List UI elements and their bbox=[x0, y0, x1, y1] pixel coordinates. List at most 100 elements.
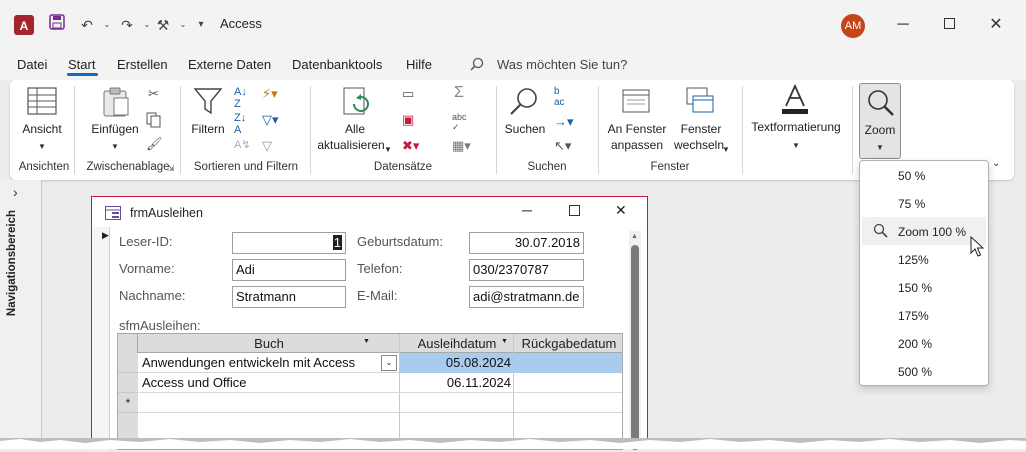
einfuegen-button[interactable]: Einfügen bbox=[86, 122, 144, 137]
zoom-150-item[interactable]: 150 % bbox=[898, 281, 932, 295]
menu-start[interactable]: Start bbox=[68, 57, 95, 72]
zoom-75-item[interactable]: 75 % bbox=[898, 197, 925, 211]
vorname-field[interactable]: Adi bbox=[232, 259, 346, 281]
delete-record-icon[interactable]: ✖▾ bbox=[402, 138, 419, 154]
minimize-icon[interactable]: ─ bbox=[891, 13, 915, 37]
refresh-all-icon[interactable] bbox=[340, 86, 372, 121]
tell-me-search[interactable]: Was möchten Sie tun? bbox=[497, 57, 627, 72]
avatar[interactable]: AM bbox=[841, 14, 865, 38]
collapse-ribbon-icon[interactable]: ⌄ bbox=[992, 158, 1000, 169]
tools-icon[interactable]: ⚒ bbox=[152, 14, 174, 36]
search-icon[interactable] bbox=[470, 57, 484, 74]
view-icon[interactable] bbox=[26, 86, 58, 119]
alle-label[interactable]: Alle bbox=[314, 122, 396, 137]
scroll-thumb[interactable] bbox=[631, 245, 639, 450]
zoom-100-item[interactable]: Zoom 100 % bbox=[898, 225, 966, 239]
zoom-button[interactable]: Zoom ▼ bbox=[859, 83, 901, 159]
ansicht-button[interactable]: Ansicht bbox=[18, 122, 66, 137]
selection-icon[interactable]: ⚡▾ bbox=[262, 86, 278, 102]
cell-ausleihdatum[interactable]: 06.11.2024 bbox=[400, 375, 511, 390]
replace-icon[interactable]: b ac bbox=[554, 86, 565, 108]
new-record-icon[interactable]: ▭ bbox=[402, 86, 414, 102]
email-field[interactable]: adi@stratmann.de bbox=[469, 286, 584, 308]
close-icon[interactable]: ✕ bbox=[984, 13, 1008, 37]
einfuegen-dropdown-icon[interactable]: ▼ bbox=[86, 139, 144, 154]
cut-icon[interactable]: ✂ bbox=[148, 86, 159, 102]
column-header-rueckgabedatum[interactable]: Rückgabedatum bbox=[515, 336, 623, 351]
access-app-icon[interactable]: A bbox=[14, 15, 34, 35]
maximize-icon[interactable] bbox=[937, 13, 961, 37]
leser-id-field[interactable]: 1 bbox=[232, 232, 346, 254]
spelling-icon[interactable]: abc ✓ bbox=[452, 112, 467, 133]
size-to-fit-icon[interactable] bbox=[621, 86, 651, 119]
textformatierung-dropdown-icon[interactable]: ▼ bbox=[746, 138, 846, 153]
menu-datei[interactable]: Datei bbox=[17, 57, 47, 72]
anpassen-button[interactable]: anpassen bbox=[602, 138, 672, 153]
telefon-field[interactable]: 030/2370787 bbox=[469, 259, 584, 281]
form-close-icon[interactable]: ✕ bbox=[615, 202, 627, 219]
row-selector[interactable] bbox=[118, 373, 138, 393]
new-row-selector[interactable]: * bbox=[118, 393, 138, 413]
nachname-field[interactable]: Stratmann bbox=[232, 286, 346, 308]
suchen-button[interactable]: Suchen bbox=[498, 122, 552, 137]
filtern-button[interactable]: Filtern bbox=[186, 122, 230, 137]
find-icon[interactable] bbox=[508, 86, 540, 121]
column-header-buch[interactable]: Buch bbox=[139, 336, 399, 351]
record-selector[interactable]: ▶ bbox=[92, 227, 110, 450]
ausleihdatum-sort-icon[interactable]: ▼ bbox=[501, 338, 508, 345]
zoom-200-item[interactable]: 200 % bbox=[898, 337, 932, 351]
form-scrollbar[interactable]: ▲ bbox=[629, 231, 641, 450]
menu-datenbanktools[interactable]: Datenbanktools bbox=[292, 57, 382, 72]
geburtsdatum-field[interactable]: 30.07.2018 bbox=[469, 232, 584, 254]
select-icon[interactable]: ↖▾ bbox=[554, 138, 571, 154]
toggle-filter-icon[interactable]: ▽ bbox=[262, 138, 272, 154]
combo-dropdown-icon[interactable]: ⌄ bbox=[381, 355, 397, 371]
textformatierung-button[interactable]: Textformatierung bbox=[746, 120, 846, 135]
nav-pane-label[interactable]: Navigationsbereich bbox=[6, 210, 20, 316]
aktualisieren-dropdown-icon[interactable]: ▼ bbox=[382, 142, 394, 157]
menu-hilfe[interactable]: Hilfe bbox=[406, 57, 432, 72]
aktualisieren-button[interactable]: aktualisieren bbox=[310, 138, 392, 153]
save-icon[interactable] bbox=[46, 14, 68, 36]
menu-erstellen[interactable]: Erstellen bbox=[117, 57, 168, 72]
form-minimize-icon[interactable]: ─ bbox=[522, 202, 532, 218]
text-format-icon[interactable] bbox=[780, 83, 810, 119]
zoom-175-item[interactable]: 175% bbox=[898, 309, 929, 323]
zoom-125-item[interactable]: 125% bbox=[898, 253, 929, 267]
an-fenster-label[interactable]: An Fenster bbox=[602, 122, 672, 137]
totals-icon[interactable]: Σ bbox=[454, 84, 464, 102]
row-selector[interactable] bbox=[118, 353, 138, 373]
sort-ascending-icon[interactable]: A↓ Z bbox=[234, 86, 247, 110]
fenster-label[interactable]: Fenster bbox=[672, 122, 730, 137]
format-painter-icon[interactable]: 🖌 bbox=[146, 136, 163, 152]
scroll-up-icon[interactable]: ▲ bbox=[631, 233, 638, 240]
save-record-icon[interactable]: ▣ bbox=[402, 112, 414, 128]
zoom-50-item[interactable]: 50 % bbox=[898, 169, 925, 183]
form-maximize-icon[interactable] bbox=[569, 205, 580, 219]
customize-quick-access-icon[interactable]: ▾ bbox=[190, 14, 212, 36]
cell-buch[interactable]: Anwendungen entwickeln mit Access bbox=[142, 355, 355, 370]
advanced-filter-icon[interactable]: ▽▾ bbox=[262, 112, 279, 128]
switch-windows-icon[interactable] bbox=[685, 86, 715, 119]
copy-icon[interactable] bbox=[146, 112, 162, 131]
paste-icon[interactable] bbox=[100, 86, 132, 121]
undo-icon[interactable]: ↶ bbox=[76, 14, 98, 36]
filter-icon[interactable] bbox=[193, 86, 223, 119]
wechseln-dropdown-icon[interactable]: ▼ bbox=[720, 142, 732, 157]
sort-descending-icon[interactable]: Z↓ A bbox=[234, 112, 246, 136]
remove-sort-icon[interactable]: A↯ bbox=[234, 138, 251, 151]
more-icon[interactable]: ▦▾ bbox=[452, 138, 471, 154]
goto-icon[interactable]: →▾ bbox=[554, 114, 574, 130]
buch-sort-icon[interactable]: ▼ bbox=[363, 338, 370, 345]
new-record-row[interactable] bbox=[139, 393, 622, 413]
menu-externe-daten[interactable]: Externe Daten bbox=[188, 57, 271, 72]
zoom-500-item[interactable]: 500 % bbox=[898, 365, 932, 379]
undo-dropdown-icon[interactable]: ⌄ bbox=[96, 14, 118, 36]
ansicht-dropdown-icon[interactable]: ▼ bbox=[18, 139, 66, 154]
expand-nav-icon[interactable]: › bbox=[13, 184, 18, 200]
column-header-ausleihdatum[interactable]: Ausleihdatum bbox=[400, 336, 514, 351]
clipboard-launcher-icon[interactable]: ⇲ bbox=[167, 163, 175, 174]
cell-buch[interactable]: Access und Office bbox=[142, 375, 247, 390]
redo-icon[interactable]: ↷ bbox=[116, 14, 138, 36]
cell-ausleihdatum[interactable]: 05.08.2024 bbox=[400, 355, 511, 370]
